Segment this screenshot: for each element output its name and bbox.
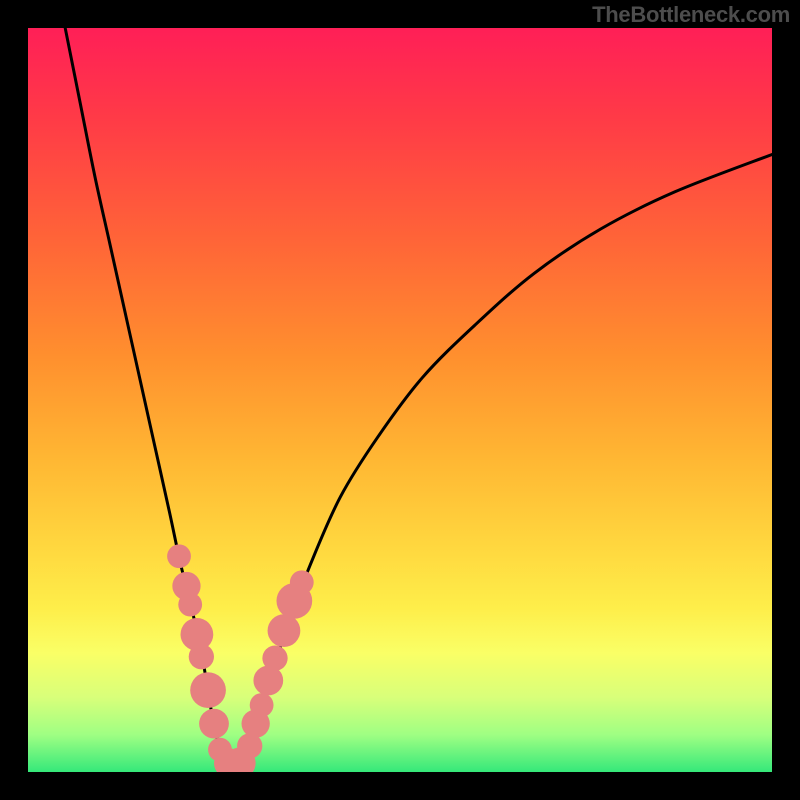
chart-svg <box>28 28 772 772</box>
marker-point <box>199 709 229 739</box>
marker-point <box>190 672 226 708</box>
marker-point <box>189 644 214 669</box>
marker-point <box>268 614 301 647</box>
marker-point <box>290 570 314 594</box>
marker-point <box>262 646 287 671</box>
marker-point <box>250 693 274 717</box>
chart-frame: TheBottleneck.com <box>0 0 800 800</box>
gradient-background <box>28 28 772 772</box>
marker-point <box>178 593 202 617</box>
marker-point <box>167 544 191 568</box>
plot-area <box>28 28 772 772</box>
watermark-text: TheBottleneck.com <box>592 2 790 28</box>
